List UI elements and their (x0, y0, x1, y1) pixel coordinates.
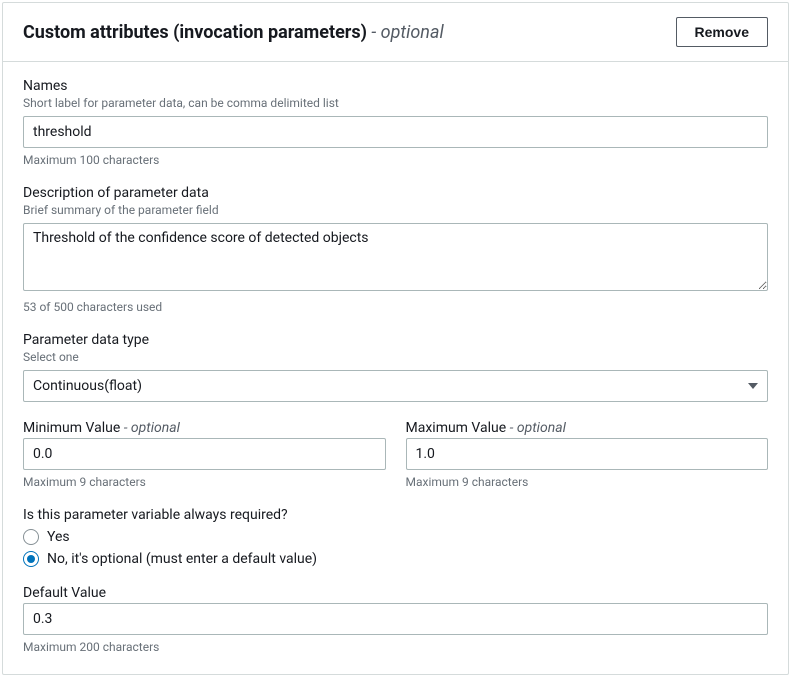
default-input[interactable] (23, 603, 768, 635)
panel-body: Names Short label for parameter data, ca… (3, 62, 788, 674)
datatype-field: Parameter data type Select one Continuou… (23, 332, 768, 402)
panel-title: Custom attributes (invocation parameters… (23, 22, 444, 43)
names-sublabel: Short label for parameter data, can be c… (23, 96, 768, 110)
panel-title-optional: - optional (367, 22, 444, 43)
max-field: Maximum Value - optional Maximum 9 chara… (406, 420, 769, 489)
caret-down-icon (748, 383, 758, 389)
description-field: Description of parameter data Brief summ… (23, 185, 768, 314)
min-input[interactable] (23, 438, 386, 470)
required-radio-group: Yes No, it's optional (must enter a defa… (23, 529, 768, 567)
min-field: Minimum Value - optional Maximum 9 chara… (23, 420, 386, 489)
max-hint: Maximum 9 characters (406, 475, 769, 489)
max-input[interactable] (406, 438, 769, 470)
panel-header: Custom attributes (invocation parameters… (3, 3, 788, 62)
required-no-option[interactable]: No, it's optional (must enter a default … (23, 551, 768, 567)
names-label: Names (23, 78, 768, 94)
min-hint: Maximum 9 characters (23, 475, 386, 489)
required-yes-option[interactable]: Yes (23, 529, 768, 545)
datatype-value: Continuous(float) (33, 378, 142, 394)
default-hint: Maximum 200 characters (23, 640, 768, 654)
custom-attributes-panel: Custom attributes (invocation parameters… (2, 2, 789, 675)
max-label-text: Maximum Value (406, 420, 507, 436)
required-label: Is this parameter variable always requir… (23, 507, 768, 523)
datatype-label: Parameter data type (23, 332, 768, 348)
default-field: Default Value Maximum 200 characters (23, 585, 768, 654)
description-sublabel: Brief summary of the parameter field (23, 203, 768, 217)
description-label: Description of parameter data (23, 185, 768, 201)
names-input[interactable] (23, 116, 768, 148)
names-field: Names Short label for parameter data, ca… (23, 78, 768, 167)
required-no-label: No, it's optional (must enter a default … (47, 551, 317, 567)
datatype-sublabel: Select one (23, 350, 768, 364)
min-max-row: Minimum Value - optional Maximum 9 chara… (23, 420, 768, 489)
max-optional: - optional (506, 420, 566, 436)
datatype-select[interactable]: Continuous(float) (23, 370, 768, 402)
remove-button[interactable]: Remove (676, 17, 768, 47)
radio-icon (23, 551, 39, 567)
min-label: Minimum Value - optional (23, 420, 386, 436)
min-optional: - optional (120, 420, 180, 436)
description-textarea[interactable]: Threshold of the confidence score of det… (23, 223, 768, 291)
required-field: Is this parameter variable always requir… (23, 507, 768, 567)
panel-title-text: Custom attributes (invocation parameters… (23, 22, 367, 43)
description-hint: 53 of 500 characters used (23, 300, 768, 314)
names-hint: Maximum 100 characters (23, 153, 768, 167)
min-label-text: Minimum Value (23, 420, 120, 436)
max-label: Maximum Value - optional (406, 420, 769, 436)
radio-icon (23, 529, 39, 545)
required-yes-label: Yes (47, 529, 70, 545)
default-label: Default Value (23, 585, 768, 601)
